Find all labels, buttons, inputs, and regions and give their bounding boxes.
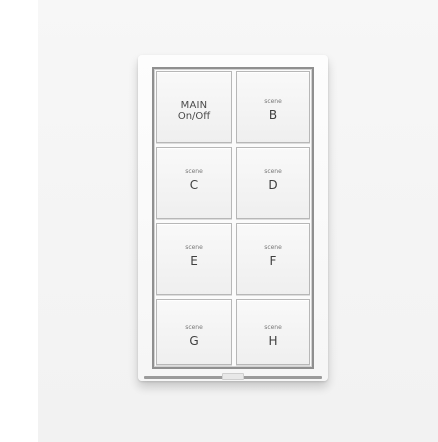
scene-b-button[interactable]: scene B [236,71,310,143]
main-button-sublabel: On/Off [177,111,211,122]
scene-h-letter: H [268,334,278,348]
scene-d-letter: D [268,178,278,192]
scene-g-letter: G [189,334,199,348]
scene-e-letter: E [190,254,198,268]
scene-g-caption: scene [185,324,203,331]
scene-f-letter: F [269,254,277,268]
scene-f-caption: scene [264,244,282,251]
keypad-panel: MAIN On/Off scene B scene C scene D scen… [152,67,314,369]
main-on-off-button[interactable]: MAIN On/Off [156,71,232,143]
scene-e-button[interactable]: scene E [156,223,232,295]
scene-c-letter: C [189,178,199,192]
scene-c-caption: scene [185,168,203,175]
scene-b-caption: scene [264,98,282,105]
scene-c-button[interactable]: scene C [156,147,232,219]
scene-h-button[interactable]: scene H [236,299,310,365]
device-bottom-slot [222,373,244,380]
scene-f-button[interactable]: scene F [236,223,310,295]
scene-g-button[interactable]: scene G [156,299,232,365]
keypad-device: MAIN On/Off scene B scene C scene D scen… [138,55,328,381]
scene-h-caption: scene [264,324,282,331]
scene-d-button[interactable]: scene D [236,147,310,219]
scene-e-caption: scene [185,244,203,251]
scene-b-letter: B [268,108,278,122]
main-button-label: MAIN [180,100,208,111]
scene-d-caption: scene [264,168,282,175]
